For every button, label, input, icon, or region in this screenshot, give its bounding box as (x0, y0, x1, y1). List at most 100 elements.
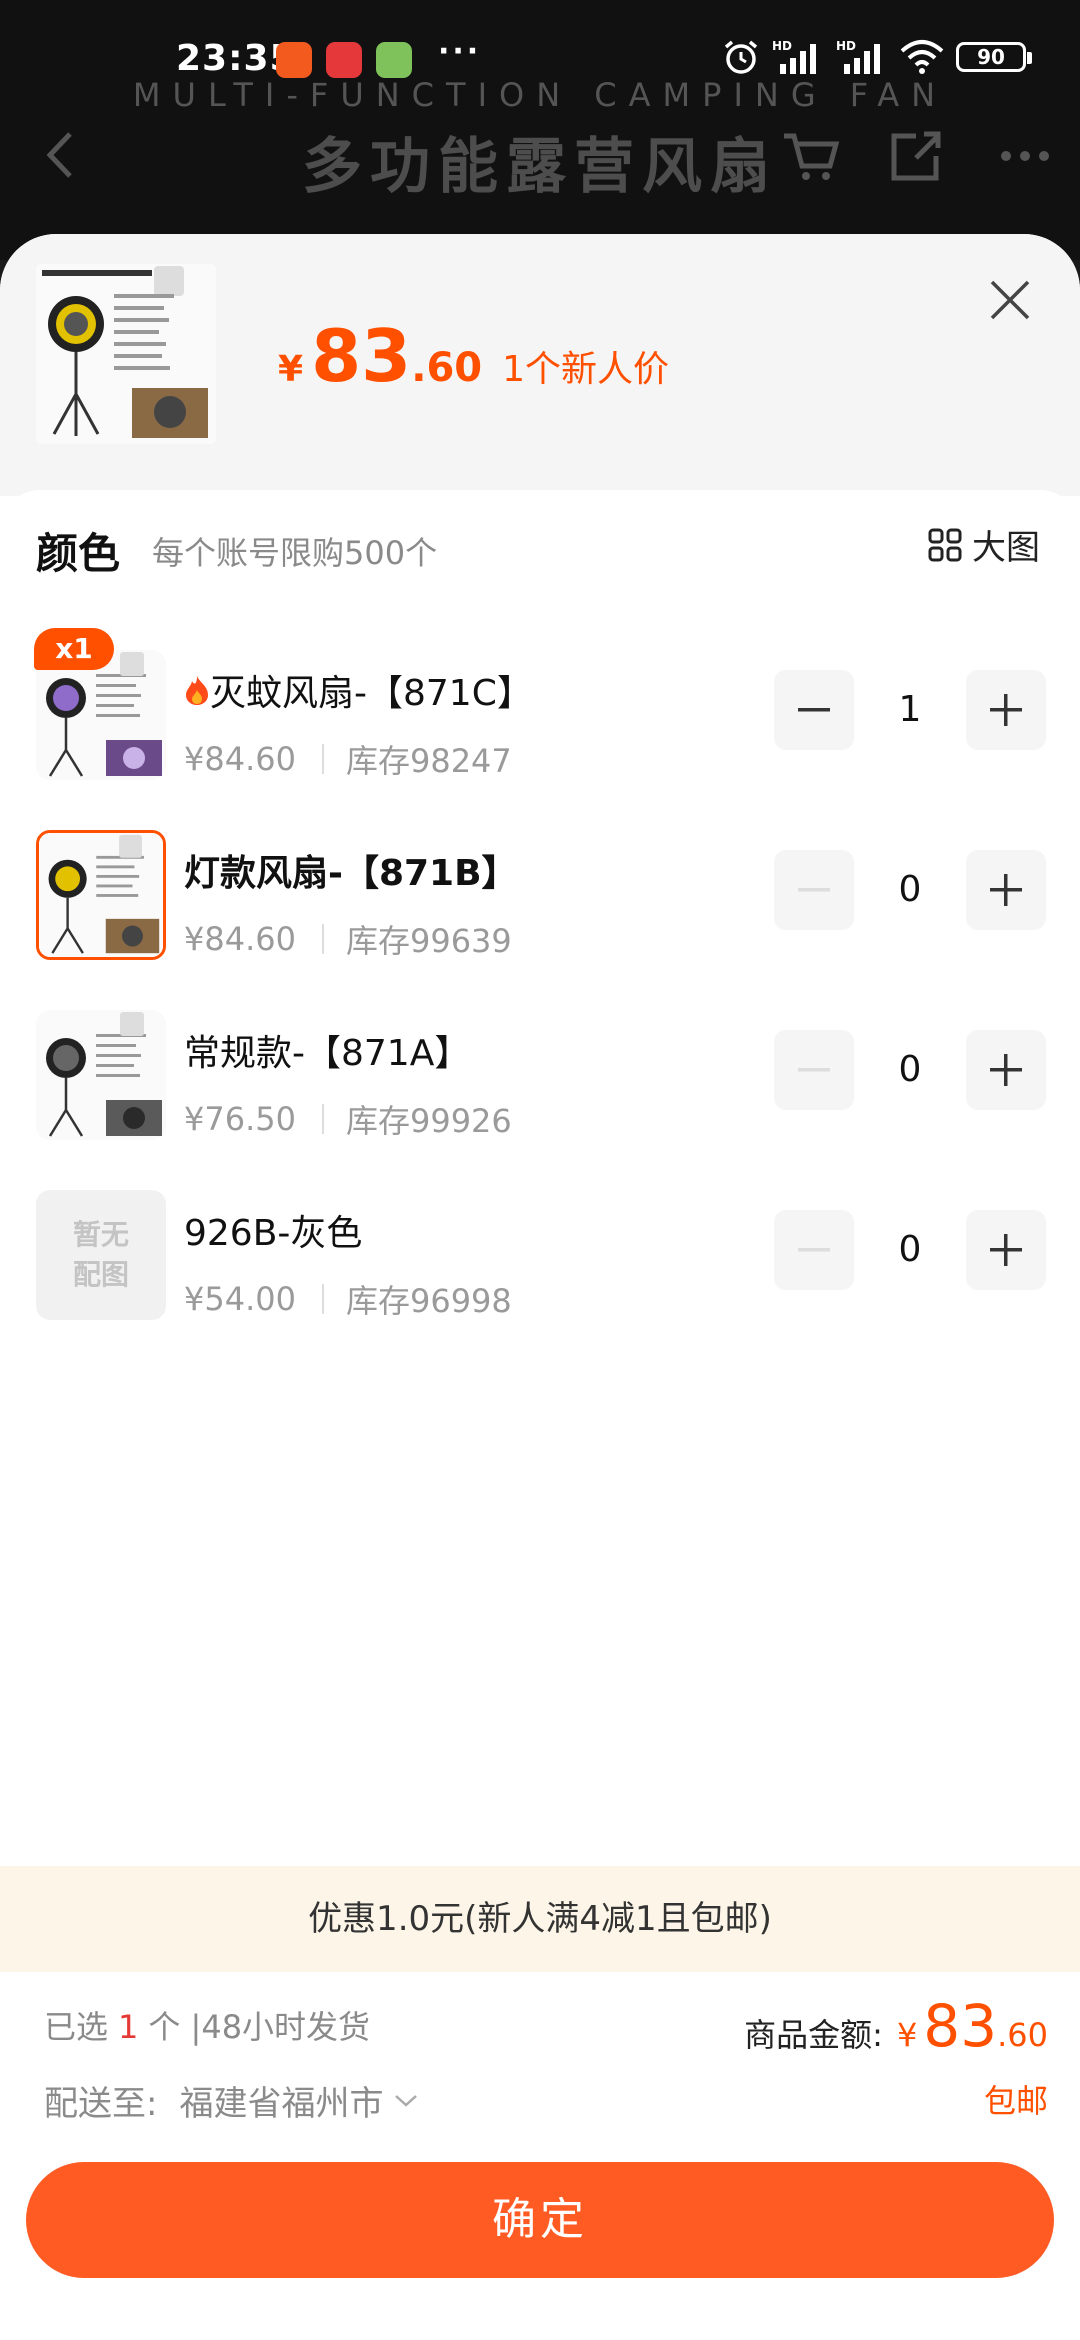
divider (321, 924, 324, 954)
sku-thumbnail-placeholder[interactable]: 暂无 配图 (36, 1190, 166, 1320)
sku-stock: 库存96998 (345, 1282, 512, 1320)
increase-button[interactable] (966, 670, 1046, 750)
sku-stock: 库存99639 (345, 922, 512, 960)
chevron-down-icon (395, 2094, 418, 2107)
map-notification-icon (376, 42, 412, 78)
quantity-stepper: 0 (774, 1210, 1046, 1290)
background-page: 23:35 ··· HD HD 90 MULTI-FUNCTION CAMPIN… (0, 0, 1080, 260)
product-thumbnail[interactable] (36, 264, 216, 444)
quantity-value[interactable]: 0 (854, 1210, 966, 1290)
selected-prefix: 已选 (44, 2008, 109, 2046)
confirm-button[interactable]: 确定 (26, 2162, 1054, 2278)
svg-text:HD: HD (772, 39, 792, 53)
sku-name: 灯款风扇-【871B】 (184, 853, 518, 894)
cart-icon[interactable] (780, 130, 840, 184)
checkout-footer: 已选 1 个 |48小时发货 商品金额: ¥ 83 .60 配送至: 福建省福州市 … (0, 1972, 1080, 2340)
no-image-text: 暂无 配图 (72, 1218, 129, 1291)
sku-price: ¥84.60 (184, 740, 296, 778)
wifi-icon (900, 40, 944, 74)
sku-price: ¥76.50 (184, 1100, 296, 1138)
quantity-stepper: 0 (774, 1030, 1046, 1110)
price-decimal: .60 (411, 345, 483, 391)
decrease-button[interactable] (774, 850, 854, 930)
price-block: ¥ 83 .60 1个新人价 (278, 314, 669, 398)
minus-icon (798, 708, 830, 712)
battery-icon: 90 (956, 42, 1032, 72)
minus-icon (798, 888, 830, 892)
increase-button[interactable] (966, 1030, 1046, 1110)
sku-name-text: 灭蚊风扇-【871C】 (210, 673, 533, 714)
sku-meta: ¥84.60 库存98247 (184, 736, 512, 782)
quantity-badge: x1 (34, 628, 114, 670)
selected-suffix: 个 |48小时发货 (148, 2008, 371, 2046)
sku-name: 常规款-【871A】 (184, 1033, 471, 1074)
signal-hd-icon: HD (772, 39, 816, 74)
more-icon[interactable] (1000, 150, 1050, 162)
minus-icon (798, 1068, 830, 1072)
sku-meta: ¥84.60 库存99639 (184, 916, 512, 962)
quantity-value[interactable]: 1 (854, 670, 966, 750)
price-integer: 83 (311, 314, 412, 398)
share-icon[interactable] (888, 128, 944, 184)
increase-button[interactable] (966, 1210, 1046, 1290)
svg-text:HD: HD (836, 39, 856, 53)
sku-price: ¥54.00 (184, 1280, 296, 1318)
close-icon[interactable] (988, 278, 1032, 322)
sku-thumbnail[interactable] (36, 1010, 166, 1140)
sku-option[interactable]: 常规款-【871A】 ¥76.50 库存99926 0 (0, 1010, 1080, 1150)
grid-icon (928, 528, 962, 561)
amount-decimal: .60 (997, 2016, 1048, 2054)
plus-icon (990, 1054, 1022, 1086)
divider (321, 1284, 324, 1314)
plus-icon (990, 1234, 1022, 1266)
quantity-value[interactable]: 0 (854, 1030, 966, 1110)
background-subtitle: MULTI-FUNCTION CAMPING FAN (132, 76, 948, 114)
sku-option[interactable]: x1 灭蚊风扇-【871C】 ¥84.60 库存98247 1 (0, 628, 1080, 790)
sku-selection-sheet: ¥ 83 .60 1个新人价 颜色 每个账号限购500个 大图 x1 灭蚊风扇-… (0, 234, 1080, 2340)
sku-stock: 库存98247 (345, 742, 512, 780)
amount-integer: 83 (923, 1992, 998, 2060)
sku-panel: 颜色 每个账号限购500个 大图 x1 灭蚊风扇-【871C】 ¥84.60 库… (0, 490, 1080, 1850)
more-notifications-icon: ··· (438, 34, 482, 69)
delivery-label: 配送至: (44, 2084, 158, 2124)
selected-count: 1 (118, 2008, 139, 2046)
delivery-address[interactable]: 配送至: 福建省福州市 (44, 2076, 419, 2125)
plus-icon (990, 694, 1022, 726)
divider (321, 1104, 324, 1134)
sku-name: 灭蚊风扇-【871C】 (184, 664, 533, 716)
sku-thumbnail[interactable] (36, 830, 166, 960)
delivery-city: 福建省福州市 (179, 2084, 384, 2124)
price-note: 1个新人价 (502, 349, 670, 390)
big-image-label: 大图 (972, 528, 1040, 568)
quantity-value[interactable]: 0 (854, 850, 966, 930)
selected-summary: 已选 1 个 |48小时发货 (44, 2002, 370, 2048)
sku-stock: 库存99926 (345, 1102, 512, 1140)
sku-name: 926B-灰色 (184, 1213, 363, 1254)
sheet-header: ¥ 83 .60 1个新人价 (0, 234, 1080, 496)
amount-label: 商品金额: (744, 2016, 883, 2054)
big-image-toggle[interactable]: 大图 (928, 520, 1040, 569)
divider (321, 744, 324, 774)
free-shipping-label: 包邮 (983, 2082, 1048, 2120)
total-amount: 商品金额: ¥ 83 .60 (744, 1992, 1048, 2060)
sku-meta: ¥76.50 库存99926 (184, 1096, 512, 1142)
plus-icon (990, 874, 1022, 906)
back-arrow-icon[interactable] (44, 130, 74, 180)
purchase-limit: 每个账号限购500个 (152, 534, 438, 572)
quantity-stepper: 1 (774, 670, 1046, 750)
sku-option[interactable]: 灯款风扇-【871B】 ¥84.60 库存99639 0 (0, 830, 1080, 970)
app-notification-icon (276, 42, 312, 78)
increase-button[interactable] (966, 850, 1046, 930)
decrease-button[interactable] (774, 1210, 854, 1290)
price-currency: ¥ (278, 349, 304, 390)
sku-price: ¥84.60 (184, 920, 296, 958)
decrease-button[interactable] (774, 1030, 854, 1110)
signal-hd-icon: HD (836, 39, 880, 74)
promo-banner: 优惠1.0元(新人满4减1且包邮) (0, 1866, 1080, 1972)
section-title: 颜色 (36, 529, 121, 578)
amount-currency: ¥ (896, 2016, 918, 2054)
decrease-button[interactable] (774, 670, 854, 750)
alarm-icon (724, 40, 758, 74)
sku-option[interactable]: 暂无 配图 926B-灰色 ¥54.00 库存96998 0 (0, 1190, 1080, 1330)
status-icons: HD HD 90 (722, 38, 1032, 76)
